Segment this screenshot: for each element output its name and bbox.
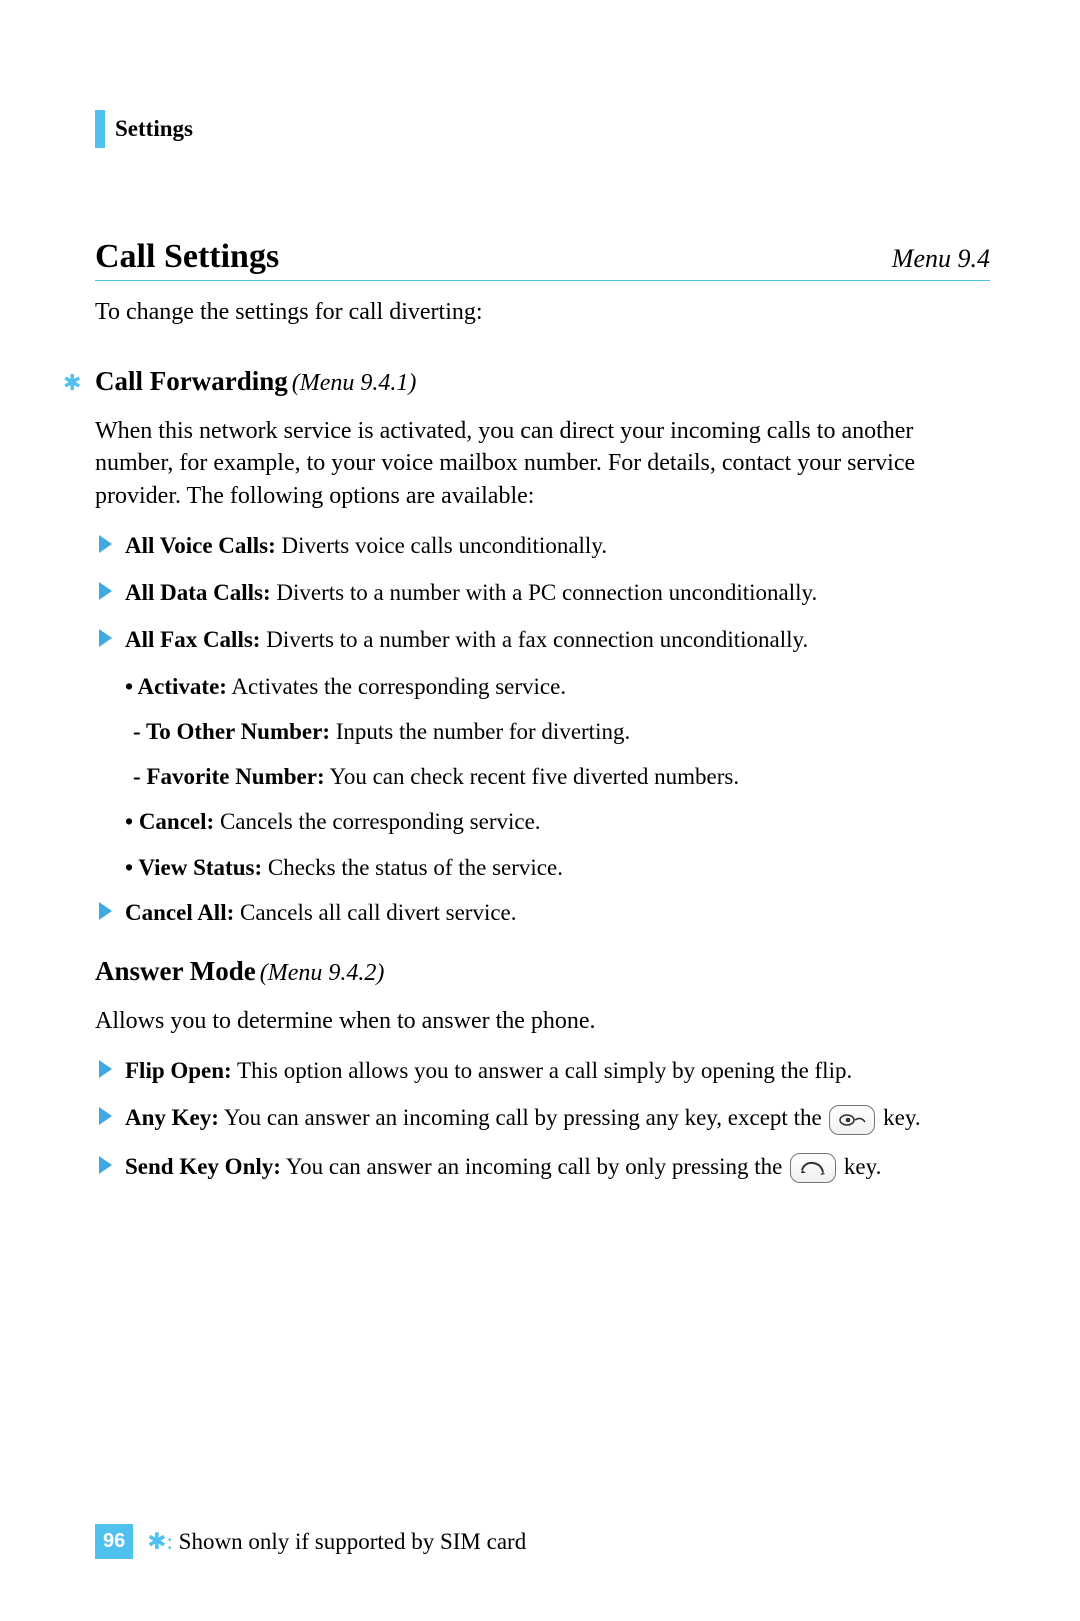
triangle-bullet-icon [99,902,112,920]
section-call-forwarding-desc: When this network service is activated, … [95,415,990,512]
sub-sub-list-item: - To Other Number: Inputs the number for… [95,716,990,747]
sub-list-item: • View Status: Checks the status of the … [95,852,990,883]
triangle-bullet-icon [99,582,112,600]
section-menu-number: (Menu 9.4.2) [260,960,385,986]
dot-bullet-icon: • [125,855,138,880]
triangle-bullet-icon [99,1060,112,1078]
list-item: All Fax Calls: Diverts to a number with … [95,624,990,655]
send-key-icon [790,1153,836,1183]
header-accent-bar [95,110,105,148]
sub-sub-list-item: - Favorite Number: You can check recent … [95,761,990,792]
list-item: Send Key Only: You can answer an incomin… [95,1151,990,1184]
section-answer-mode-heading: Answer Mode (Menu 9.4.2) [95,956,990,987]
intro-text: To change the settings for call divertin… [95,299,990,326]
sub-list-item: • Activate: Activates the corresponding … [95,671,990,702]
asterisk-icon: ✱ [63,370,81,396]
triangle-bullet-icon [99,1156,112,1174]
dot-bullet-icon: • [125,674,138,699]
page-footer: 96 ✱: Shown only if supported by SIM car… [95,1524,526,1559]
dash-bullet-icon: - [133,764,146,789]
page-header: Settings [95,110,990,148]
page-number: 96 [95,1524,133,1559]
dot-bullet-icon: • [125,809,139,834]
list-item: All Voice Calls: Diverts voice calls unc… [95,530,990,561]
menu-number: Menu 9.4 [892,244,990,274]
section-call-forwarding-heading: ✱ Call Forwarding (Menu 9.4.1) [95,366,990,397]
end-key-icon [829,1105,875,1135]
list-item: Cancel All: Cancels all call divert serv… [95,897,990,928]
chapter-title: Settings [115,116,193,142]
triangle-bullet-icon [99,535,112,553]
list-item: All Data Calls: Diverts to a number with… [95,577,990,608]
section-menu-number: (Menu 9.4.1) [292,370,417,396]
page-title: Call Settings [95,238,279,276]
dash-bullet-icon: - [133,719,146,744]
page-title-row: Call Settings Menu 9.4 [95,238,990,281]
asterisk-icon: ✱: [147,1529,173,1554]
list-item: Any Key: You can answer an incoming call… [95,1102,990,1135]
list-item: Flip Open: This option allows you to ans… [95,1055,990,1086]
sub-list-item: • Cancel: Cancels the corresponding serv… [95,806,990,837]
manual-page: Settings Call Settings Menu 9.4 To chang… [0,0,1080,1621]
triangle-bullet-icon [99,629,112,647]
section-answer-mode-desc: Allows you to determine when to answer t… [95,1005,990,1037]
section-title: Answer Mode [95,956,256,986]
footer-note: ✱: Shown only if supported by SIM card [147,1529,526,1555]
section-title: Call Forwarding [95,366,288,396]
triangle-bullet-icon [99,1107,112,1125]
